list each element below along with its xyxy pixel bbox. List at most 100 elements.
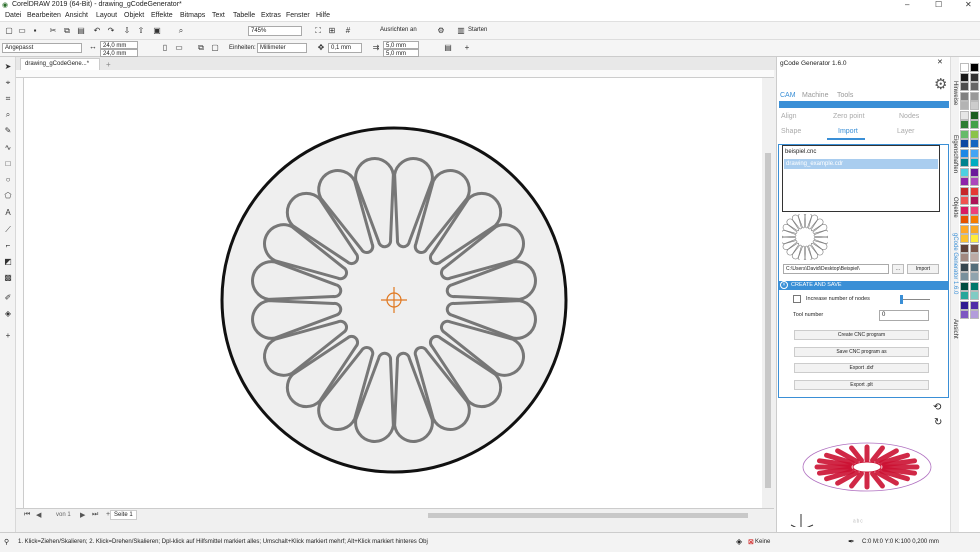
- color-swatch[interactable]: [960, 281, 969, 291]
- color-swatch[interactable]: [970, 253, 979, 262]
- color-swatch[interactable]: [970, 281, 979, 291]
- fill-status[interactable]: Keine: [755, 539, 770, 545]
- page-options-icon[interactable]: ▤: [443, 43, 453, 53]
- color-swatch[interactable]: [970, 82, 979, 91]
- orbit-icon[interactable]: ⟲: [933, 402, 941, 413]
- color-swatch[interactable]: [970, 63, 979, 72]
- zoom-tool-icon[interactable]: ⌕: [3, 110, 13, 120]
- color-swatch[interactable]: [970, 291, 979, 300]
- shape-tool-icon[interactable]: ⌖: [3, 78, 13, 88]
- tab-machine[interactable]: Machine: [802, 92, 828, 99]
- export-dxf-button[interactable]: Export .dxf: [794, 363, 929, 373]
- menu-tabelle[interactable]: Tabelle: [233, 12, 255, 19]
- menu-datei[interactable]: Datei: [5, 12, 21, 19]
- subtab-import[interactable]: Import: [838, 128, 858, 135]
- close-button[interactable]: ✕: [965, 0, 972, 9]
- parallel-dimension-icon[interactable]: ⟋: [3, 225, 13, 235]
- settings-gear-icon[interactable]: ⚙: [934, 75, 947, 93]
- color-swatch[interactable]: [970, 167, 979, 177]
- chevron-up-icon[interactable]: ˄: [780, 281, 788, 289]
- color-swatch[interactable]: [970, 243, 979, 253]
- color-swatch[interactable]: [960, 63, 969, 72]
- color-swatch[interactable]: [970, 158, 979, 167]
- color-swatch[interactable]: [970, 234, 979, 243]
- import-button[interactable]: Import: [907, 264, 939, 274]
- color-swatch[interactable]: [970, 91, 979, 101]
- gear-icon[interactable]: ⚙: [436, 26, 446, 36]
- import-file-list[interactable]: beispiel.cnc drawing_example.cdr: [782, 145, 940, 212]
- color-swatch[interactable]: [970, 148, 979, 158]
- tab-eigenschaften[interactable]: Eigenschaften: [952, 135, 958, 173]
- color-swatch[interactable]: [960, 253, 969, 262]
- color-swatch[interactable]: [970, 120, 979, 129]
- menu-effekte[interactable]: Effekte: [151, 12, 173, 19]
- browse-button[interactable]: ...: [892, 264, 904, 274]
- fullscreen-icon[interactable]: ⛶: [313, 26, 323, 36]
- flower-drawing[interactable]: [220, 126, 568, 474]
- drawing-canvas[interactable]: [24, 78, 762, 508]
- color-swatch[interactable]: [970, 215, 979, 224]
- nudge-distance-field[interactable]: 0,1 mm: [328, 43, 362, 53]
- horizontal-scroll-thumb[interactable]: [428, 513, 748, 518]
- tab-ansicht[interactable]: Ansicht: [952, 319, 958, 339]
- freehand-tool-icon[interactable]: ✎: [3, 126, 13, 136]
- page-width-field[interactable]: 24,0 mm: [100, 41, 138, 49]
- menu-extras[interactable]: Extras: [261, 12, 281, 19]
- next-page-icon[interactable]: ▶: [80, 511, 85, 519]
- file-list-item[interactable]: beispiel.cnc: [785, 149, 816, 155]
- new-document-icon[interactable]: ▢: [4, 26, 14, 36]
- horizontal-ruler[interactable]: [16, 70, 774, 78]
- vertical-scroll-thumb[interactable]: [765, 153, 771, 488]
- eyedropper-tool-icon[interactable]: ✐: [3, 293, 13, 303]
- color-swatch[interactable]: [960, 148, 969, 158]
- menu-layout[interactable]: Layout: [96, 12, 117, 19]
- color-swatch[interactable]: [960, 72, 969, 82]
- tab-tools[interactable]: Tools: [837, 92, 853, 99]
- preview-3d-center[interactable]: [852, 461, 882, 473]
- color-swatch[interactable]: [960, 139, 969, 148]
- all-pages-icon[interactable]: ⧉: [196, 43, 206, 53]
- color-swatch[interactable]: [970, 224, 979, 234]
- duplicate-x-field[interactable]: 5,0 mm: [383, 41, 419, 49]
- page-height-field[interactable]: 24,0 mm: [100, 49, 138, 57]
- color-swatch[interactable]: [970, 272, 979, 281]
- color-swatch[interactable]: [960, 300, 969, 310]
- color-swatch[interactable]: [960, 177, 969, 186]
- color-swatch[interactable]: [960, 262, 969, 272]
- snap-to-dropdown[interactable]: Ausrichten an: [380, 27, 417, 33]
- color-swatch[interactable]: [970, 196, 979, 205]
- ellipse-tool-icon[interactable]: ○: [3, 175, 13, 185]
- color-swatch[interactable]: [960, 120, 969, 129]
- minimize-button[interactable]: –: [905, 0, 909, 9]
- landscape-icon[interactable]: ▭: [174, 43, 184, 53]
- color-swatch[interactable]: [970, 310, 979, 319]
- color-swatch[interactable]: [960, 158, 969, 167]
- undo-icon[interactable]: ↶: [92, 26, 102, 36]
- 3d-preview[interactable]: [785, 417, 949, 527]
- subtab-layer[interactable]: Layer: [897, 128, 915, 135]
- zoom-level-icon[interactable]: ⌕: [176, 26, 186, 36]
- color-swatch[interactable]: [960, 167, 969, 177]
- docker-close-icon[interactable]: ✕: [937, 58, 943, 66]
- create-cnc-button[interactable]: Create CNC program: [794, 330, 929, 340]
- node-slider-track[interactable]: [900, 299, 930, 300]
- save-icon[interactable]: ▪: [30, 26, 40, 36]
- color-swatch[interactable]: [960, 110, 969, 120]
- document-tab[interactable]: drawing_gCodeGene...*: [20, 58, 100, 70]
- drawing-svg[interactable]: [24, 78, 762, 508]
- file-list-item-selected[interactable]: drawing_example.cdr: [784, 159, 938, 169]
- menu-objekt[interactable]: Objekt: [124, 12, 144, 19]
- cut-icon[interactable]: ✂: [48, 26, 58, 36]
- color-swatch[interactable]: [960, 91, 969, 101]
- menu-hilfe[interactable]: Hilfe: [316, 12, 330, 19]
- menu-bitmaps[interactable]: Bitmaps: [180, 12, 205, 19]
- subtab-shape[interactable]: Shape: [781, 128, 801, 135]
- launch-icon[interactable]: ▥: [456, 26, 466, 36]
- tool-number-field[interactable]: 0: [879, 310, 929, 321]
- connector-tool-icon[interactable]: ⌐: [3, 241, 13, 251]
- menu-text[interactable]: Text: [212, 12, 225, 19]
- text-tool-icon[interactable]: A: [3, 208, 13, 218]
- color-swatch[interactable]: [970, 300, 979, 310]
- vertical-scrollbar[interactable]: [762, 78, 774, 508]
- crop-tool-icon[interactable]: ⌗: [3, 94, 13, 104]
